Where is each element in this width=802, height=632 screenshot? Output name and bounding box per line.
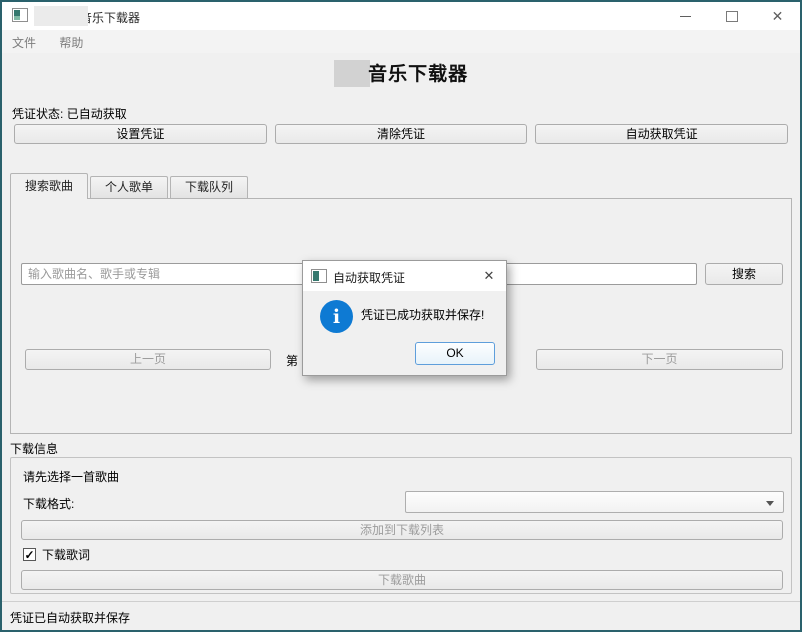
add-to-download-list-button[interactable]: 添加到下载列表: [21, 520, 783, 540]
download-lyrics-checkbox[interactable]: ✓: [23, 548, 36, 561]
credential-status-value: 已自动获取: [67, 107, 127, 121]
dialog-close-button[interactable]: ✕: [472, 261, 506, 291]
statusbar: 凭证已自动获取并保存: [2, 601, 800, 630]
tab-search-songs[interactable]: 搜索歌曲: [10, 173, 88, 199]
menu-item-file[interactable]: 文件: [2, 30, 46, 51]
download-song-button[interactable]: 下载歌曲: [21, 570, 783, 590]
clear-credential-button[interactable]: 清除凭证: [275, 124, 528, 144]
download-info-label: 下载信息: [10, 440, 58, 457]
check-icon: ✓: [24, 549, 34, 561]
app-window: 音乐下载器 ✕ 文件 帮助 音乐下载器 凭证状态: 已自动获取 设置凭证 清除凭…: [0, 0, 802, 632]
status-text: 凭证已自动获取并保存: [10, 609, 130, 626]
download-info-group: 请先选择一首歌曲 下载格式: 添加到下载列表 ✓ 下载歌词 下载歌曲: [10, 457, 792, 594]
tab-bar: 搜索歌曲 个人歌单 下载队列: [10, 173, 250, 198]
select-song-hint: 请先选择一首歌曲: [23, 468, 119, 485]
close-icon: ✕: [772, 8, 784, 25]
title-redaction-box: [34, 6, 88, 26]
download-lyrics-row: ✓ 下载歌词: [23, 546, 90, 563]
dialog-close-icon: ✕: [484, 268, 495, 284]
header-redaction-box: [334, 60, 370, 87]
tab-download-queue[interactable]: 下载队列: [170, 176, 248, 198]
auto-fetch-credential-button[interactable]: 自动获取凭证: [535, 124, 788, 144]
credential-status: 凭证状态: 已自动获取: [12, 105, 127, 122]
auto-fetch-dialog: 自动获取凭证 ✕ i 凭证已成功获取并保存! OK: [302, 260, 507, 376]
menu-item-help[interactable]: 帮助: [49, 30, 93, 51]
page-title: 音乐下载器: [368, 63, 468, 85]
prev-page-button[interactable]: 上一页: [25, 349, 271, 370]
titlebar: 音乐下载器 ✕: [2, 2, 800, 30]
ok-button[interactable]: OK: [415, 342, 495, 365]
header: 音乐下载器: [2, 59, 800, 87]
download-format-label: 下载格式:: [23, 495, 74, 512]
dialog-message: 凭证已成功获取并保存!: [361, 306, 484, 323]
close-button[interactable]: ✕: [755, 2, 800, 30]
search-button[interactable]: 搜索: [705, 263, 783, 285]
app-icon: [12, 8, 28, 22]
window-title: 音乐下载器: [80, 9, 140, 26]
download-lyrics-label: 下载歌词: [42, 546, 90, 563]
maximize-icon: [726, 11, 738, 22]
dialog-app-icon: [311, 269, 327, 283]
minimize-icon: [680, 16, 691, 17]
dropdown-arrow-icon: [766, 501, 774, 506]
maximize-button[interactable]: [709, 2, 754, 30]
minimize-button[interactable]: [663, 2, 708, 30]
dialog-titlebar: 自动获取凭证 ✕: [303, 261, 506, 291]
set-credential-button[interactable]: 设置凭证: [14, 124, 267, 144]
credential-buttons-row: 设置凭证 清除凭证 自动获取凭证: [14, 124, 788, 144]
download-format-select[interactable]: [405, 491, 784, 513]
info-icon: i: [320, 300, 353, 333]
dialog-title: 自动获取凭证: [333, 269, 405, 286]
credential-status-label: 凭证状态:: [12, 107, 63, 121]
next-page-button[interactable]: 下一页: [536, 349, 783, 370]
menubar: 文件 帮助: [2, 30, 800, 53]
tab-personal-playlist[interactable]: 个人歌单: [90, 176, 168, 198]
